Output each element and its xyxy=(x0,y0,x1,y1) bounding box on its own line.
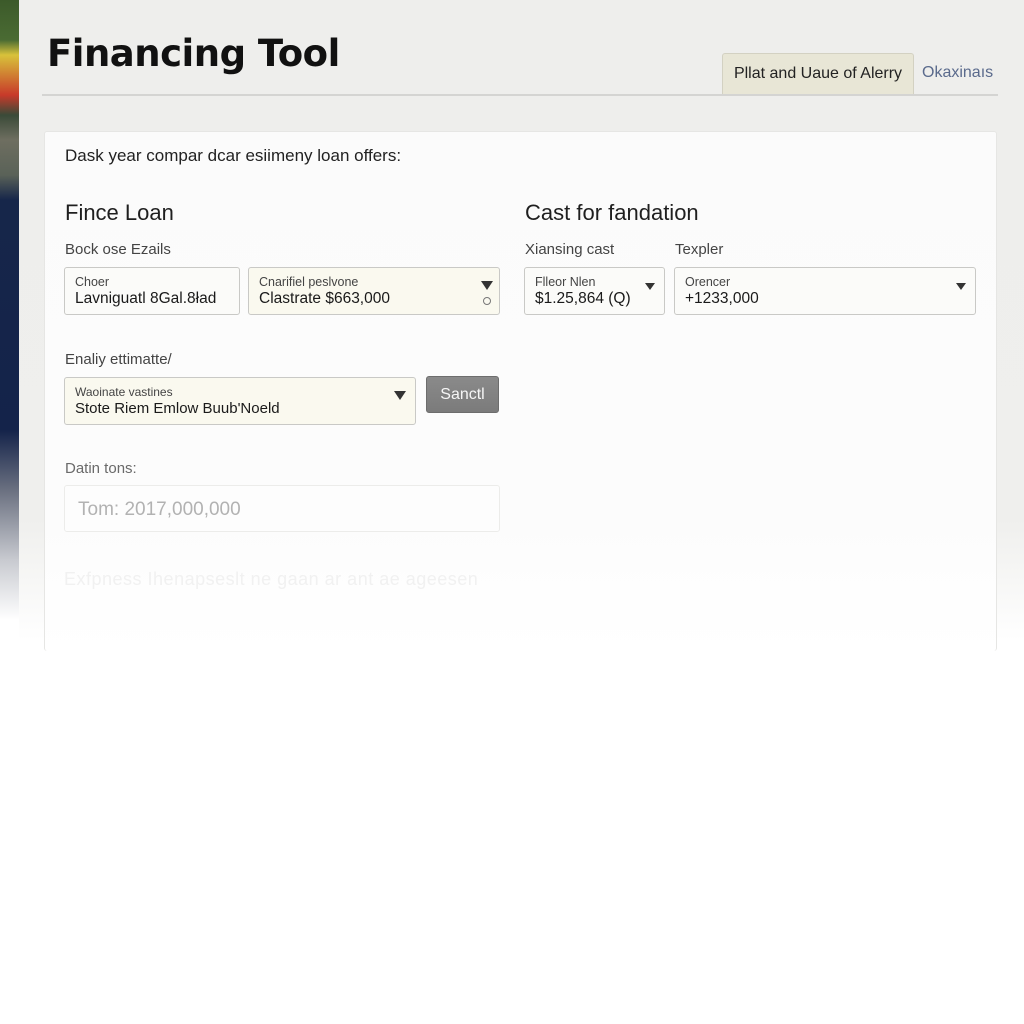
xiansing-field-value: $1.25,864 (Q) xyxy=(535,290,631,307)
choer-field-value: Lavniguatl 8Gal.8ład xyxy=(75,290,217,307)
cnarifiel-field-label: Cnarifiel peslvone xyxy=(259,275,359,289)
cnarifiel-select[interactable]: Cnarifiel peslvone Clastrate $663,000 xyxy=(248,267,500,315)
tab-okaxinais[interactable]: Okaxinaıs xyxy=(922,53,993,95)
chevron-down-icon[interactable] xyxy=(394,391,406,400)
texpler-select[interactable]: Orencer +1233,000 xyxy=(674,267,976,315)
datin-tons-label: Datin tons: xyxy=(65,460,137,477)
chevron-down-icon[interactable] xyxy=(956,283,966,290)
choer-field-label: Choer xyxy=(75,275,110,289)
loan-offers-card: Dask year compar dcar esiimeny loan offe… xyxy=(44,131,997,651)
intro-text: Dask year compar dcar esiimeny loan offe… xyxy=(65,146,402,165)
spinner-icon xyxy=(483,297,491,305)
estimate-field-value: Stote Riem Emlow Buub'Noeld xyxy=(75,400,280,417)
finance-loan-heading: Fince Loan xyxy=(65,200,174,225)
xiansing-cast-label: Xiansing cast xyxy=(525,241,615,258)
xiansing-cast-select[interactable]: Flleor Nlen $1.25,864 (Q) xyxy=(524,267,665,315)
book-details-label: Bock ose Ezails xyxy=(65,241,171,258)
datin-tons-placeholder: Tom: 2017,000,000 xyxy=(78,499,241,520)
cnarifiel-field-value: Clastrate $663,000 xyxy=(259,290,390,307)
chevron-down-icon[interactable] xyxy=(645,283,655,290)
chevron-down-icon[interactable] xyxy=(481,281,493,290)
background-photo-strip xyxy=(0,0,19,620)
header-divider xyxy=(42,94,998,96)
cast-for-fandation-heading: Cast for fandation xyxy=(525,200,699,225)
xiansing-field-label: Flleor Nlen xyxy=(535,275,596,289)
faded-footer-text: Exfpness Ihenapseslt ne gaan ar ant ae a… xyxy=(64,569,479,589)
page-title: Financing Tool xyxy=(47,32,340,75)
choer-input[interactable]: Choer Lavniguatl 8Gal.8ład xyxy=(64,267,240,315)
datin-tons-input[interactable]: Tom: 2017,000,000 xyxy=(64,485,500,532)
texpler-field-value: +1233,000 xyxy=(685,290,759,307)
search-button[interactable]: Sanctl xyxy=(426,376,499,413)
texpler-field-label: Orencer xyxy=(685,275,731,289)
texpler-label: Texpler xyxy=(675,241,724,258)
estimate-field-label: Waoinate vastines xyxy=(75,385,173,399)
estimate-select[interactable]: Waoinate vastines Stote Riem Emlow Buub'… xyxy=(64,377,416,425)
financing-tool-window: Financing Tool Pllat and Uaue of Alerry … xyxy=(19,0,1024,1024)
tab-plat-and-value[interactable]: Pllat and Uaue of Alerry xyxy=(722,53,914,95)
estimate-label: Enaliy ettimatte/ xyxy=(65,351,172,368)
